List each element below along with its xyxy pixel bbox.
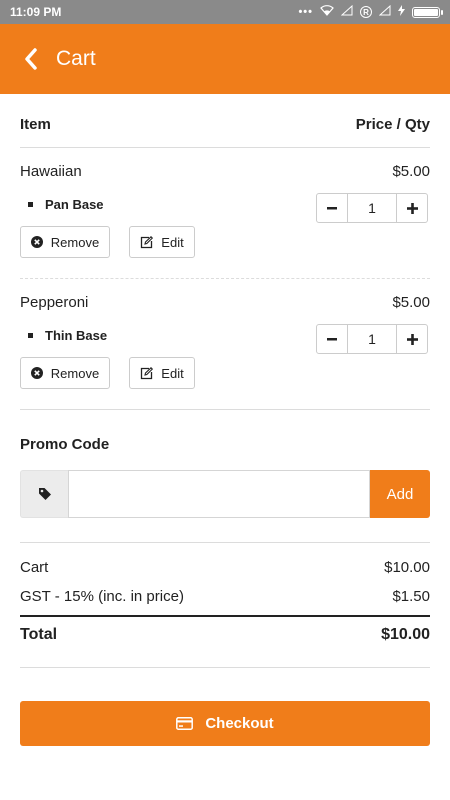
remove-circle-icon [30,236,43,248]
remove-button[interactable]: Remove [20,226,110,258]
increase-quantity-button[interactable] [397,194,427,222]
remove-circle-icon [30,367,43,379]
increase-quantity-button[interactable] [397,325,427,353]
battery-level [414,8,438,16]
notification-dots-icon: ••• [298,6,313,18]
app-bar: Cart [0,24,450,94]
plus-icon [406,333,418,345]
status-icons: ••• R [298,4,443,19]
order-summary: Cart $10.00 GST - 15% (inc. in price) $1… [20,542,430,668]
edit-button-label: Edit [161,234,184,250]
minus-icon [327,337,337,340]
gst-row: GST - 15% (inc. in price) $1.50 [20,579,430,613]
quantity-stepper: 1 [316,324,428,354]
chevron-left-icon [25,48,37,70]
wifi-icon [320,5,334,19]
cart-subtotal-label: Cart [20,558,49,576]
cart-item: Pepperoni $5.00 Thin Base 1 Remove Edit [20,279,430,410]
signal-icon [340,4,353,19]
registered-icon: R [360,6,372,18]
remove-button[interactable]: Remove [20,357,110,389]
tag-icon [38,488,51,500]
total-label: Total [20,626,58,643]
status-time: 11:09 PM [10,5,62,19]
item-price: $5.00 [392,163,430,180]
total-value: $10.00 [381,626,430,643]
add-promo-button[interactable]: Add [370,470,430,518]
item-name: Pepperoni [20,294,89,311]
decrease-quantity-button[interactable] [317,325,347,353]
item-option: Thin Base [28,328,107,343]
item-option: Pan Base [28,197,104,212]
quantity-stepper: 1 [316,193,428,223]
promo-code-input[interactable] [68,470,370,518]
page-title: Cart [56,47,96,70]
cart-subtotal-value: $10.00 [384,558,430,576]
edit-icon [141,235,154,248]
status-bar: 11:09 PM ••• R [0,0,450,24]
remove-button-label: Remove [50,234,100,250]
bullet-icon [28,333,33,338]
promo-tag-addon [20,470,68,518]
total-row: Total $10.00 [20,615,430,653]
checkout-button[interactable]: Checkout [20,701,430,746]
remove-button-label: Remove [50,365,100,381]
item-column-header: Item [20,116,51,133]
edit-icon [141,366,154,379]
gst-value: $1.50 [392,587,430,605]
battery-icon [412,6,443,18]
minus-icon [327,206,337,209]
decrease-quantity-button[interactable] [317,194,347,222]
cart-content: Item Price / Qty Hawaiian $5.00 Pan Base… [20,94,430,668]
summary-divider [20,667,430,668]
cart-subtotal-row: Cart $10.00 [20,555,430,579]
cart-item: Hawaiian $5.00 Pan Base 1 Remove Edit [20,148,430,279]
item-option-label: Thin Base [45,328,108,343]
gst-label: GST - 15% (inc. in price) [20,587,184,605]
credit-card-icon [176,717,194,730]
bullet-icon [28,202,33,207]
edit-button-label: Edit [161,365,184,381]
plus-icon [406,202,418,214]
promo-code-label: Promo Code [20,436,110,453]
checkout-button-label: Checkout [205,715,274,732]
item-option-label: Pan Base [45,197,104,212]
edit-button[interactable]: Edit [129,226,195,258]
charging-icon [398,5,405,19]
signal-icon-2 [378,4,391,19]
quantity-value[interactable]: 1 [347,325,397,353]
back-button[interactable] [20,44,42,74]
item-name: Hawaiian [20,163,82,180]
edit-button[interactable]: Edit [129,357,195,389]
promo-code-row: Add [20,470,430,518]
quantity-value[interactable]: 1 [347,194,397,222]
item-price: $5.00 [392,294,430,311]
cart-table-header: Item Price / Qty [20,94,430,148]
price-qty-column-header: Price / Qty [355,116,430,133]
